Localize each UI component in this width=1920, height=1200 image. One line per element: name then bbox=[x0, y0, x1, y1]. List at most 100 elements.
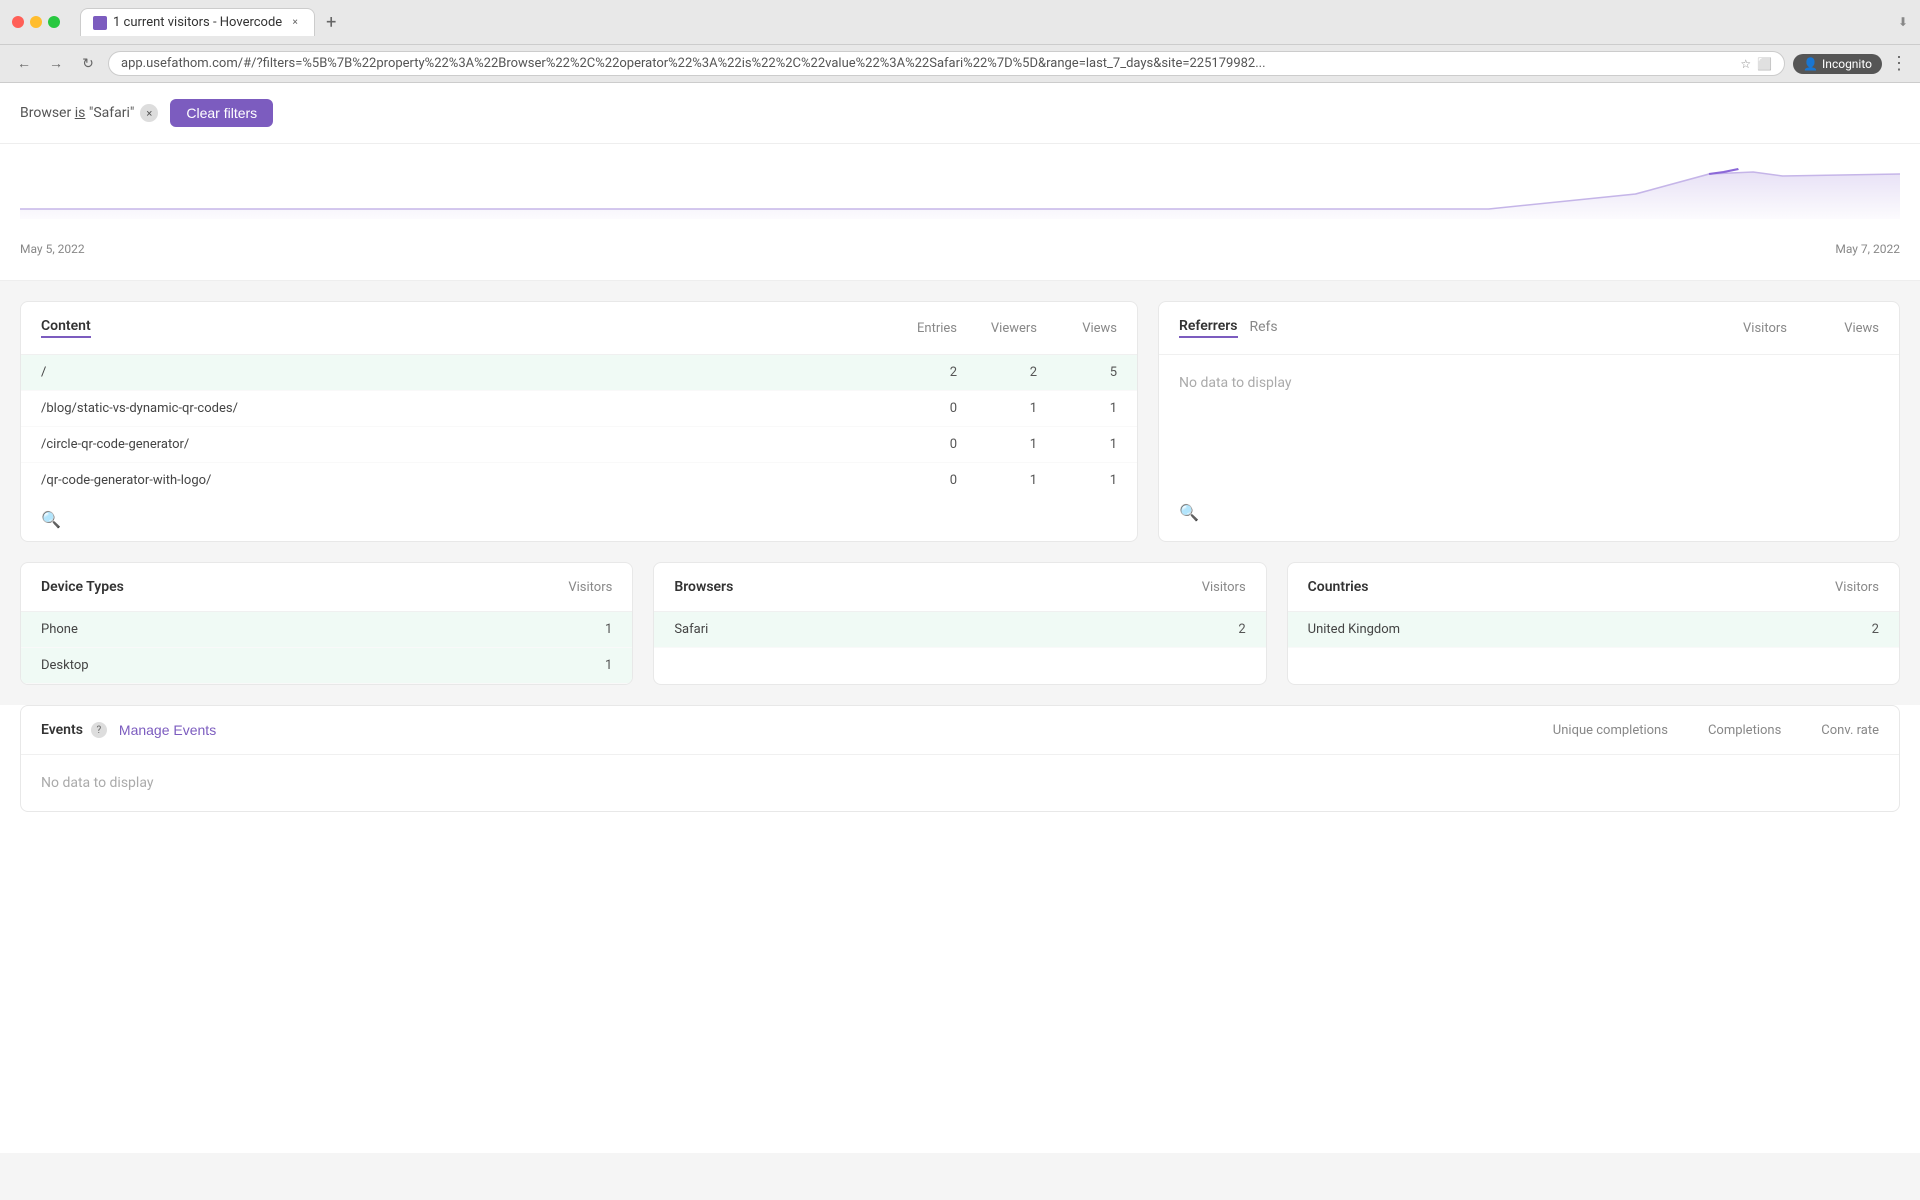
referrers-tab[interactable]: Referrers bbox=[1179, 318, 1238, 338]
filter-is-text: is bbox=[75, 105, 86, 121]
content-viewers: 1 bbox=[957, 401, 1037, 416]
refresh-button[interactable]: ↻ bbox=[76, 52, 100, 76]
browser-name: Safari bbox=[674, 622, 1238, 637]
bookmark-icon[interactable]: ☆ bbox=[1740, 57, 1751, 71]
browsers-title: Browsers bbox=[674, 579, 1201, 595]
search-icon: 🔍 bbox=[1179, 503, 1199, 522]
back-button[interactable]: ← bbox=[12, 52, 36, 76]
manage-events-button[interactable]: Manage Events bbox=[119, 722, 216, 738]
content-col-viewers: Viewers bbox=[957, 321, 1037, 336]
table-row: / 2 2 5 bbox=[21, 355, 1137, 391]
chart-area: May 5, 2022 May 7, 2022 bbox=[0, 144, 1920, 281]
address-bar[interactable]: app.usefathom.com/#/?filters=%5B%7B%22pr… bbox=[108, 51, 1785, 76]
device-type-visitors: 1 bbox=[605, 658, 612, 673]
filter-remove-button[interactable]: × bbox=[140, 104, 158, 122]
close-icon: × bbox=[293, 17, 298, 28]
filter-label: Browser is "Safari" bbox=[20, 105, 134, 121]
url-text: app.usefathom.com/#/?filters=%5B%7B%22pr… bbox=[121, 56, 1740, 71]
table-row: /blog/static-vs-dynamic-qr-codes/ 0 1 1 bbox=[21, 391, 1137, 427]
active-tab[interactable]: 1 current visitors - Hovercode × bbox=[80, 8, 315, 36]
title-bar: 1 current visitors - Hovercode × + ⬇ bbox=[0, 0, 1920, 44]
country-name: United Kingdom bbox=[1308, 622, 1872, 637]
content-viewers: 2 bbox=[957, 365, 1037, 380]
filter-bar: Browser is "Safari" × Clear filters bbox=[0, 83, 1920, 144]
filter-chip: Browser is "Safari" × bbox=[20, 104, 158, 122]
refs-tab[interactable]: Refs bbox=[1250, 319, 1278, 337]
events-no-data: No data to display bbox=[21, 755, 1899, 811]
incognito-label: Incognito bbox=[1822, 57, 1872, 71]
content-data-table: / 2 2 5 /blog/static-vs-dynamic-qr-codes… bbox=[21, 355, 1137, 498]
incognito-icon: 👤 bbox=[1803, 57, 1818, 71]
referrers-no-data: No data to display bbox=[1159, 355, 1899, 411]
close-window-button[interactable] bbox=[12, 16, 24, 28]
main-grid: Content Entries Viewers Views / 2 2 5 /b… bbox=[0, 281, 1920, 562]
filter-browser-text: Browser bbox=[20, 105, 75, 121]
content-viewers: 1 bbox=[957, 437, 1037, 452]
forward-button[interactable]: → bbox=[44, 52, 68, 76]
events-section: Events ? Manage Events Unique completion… bbox=[20, 705, 1900, 812]
table-row: United Kingdom 2 bbox=[1288, 612, 1899, 648]
table-row: Phone 1 bbox=[21, 612, 632, 648]
tab-bar: 1 current visitors - Hovercode × + bbox=[72, 8, 1870, 36]
browsers-panel: Browsers Visitors Safari 2 bbox=[653, 562, 1266, 685]
page-content: Browser is "Safari" × Clear filters bbox=[0, 83, 1920, 1153]
content-views: 1 bbox=[1037, 401, 1117, 416]
omnibar: ← → ↻ app.usefathom.com/#/?filters=%5B%7… bbox=[0, 44, 1920, 82]
countries-panel: Countries Visitors United Kingdom 2 bbox=[1287, 562, 1900, 685]
chart-dates: May 5, 2022 May 7, 2022 bbox=[20, 238, 1900, 260]
browsers-col-visitors: Visitors bbox=[1202, 580, 1246, 595]
new-tab-button[interactable]: + bbox=[317, 8, 345, 36]
content-col-views: Views bbox=[1037, 321, 1117, 336]
device-types-col-visitors: Visitors bbox=[568, 580, 612, 595]
filter-value-text: "Safari" bbox=[89, 105, 135, 121]
device-type-name: Phone bbox=[41, 622, 605, 637]
table-row: Safari 2 bbox=[654, 612, 1265, 648]
events-column-headers: Unique completions Completions Conv. rat… bbox=[1553, 723, 1879, 738]
countries-title: Countries bbox=[1308, 579, 1835, 595]
bottom-grid: Device Types Visitors Phone 1 Desktop 1 … bbox=[0, 562, 1920, 705]
content-views: 5 bbox=[1037, 365, 1117, 380]
content-path: /circle-qr-code-generator/ bbox=[41, 437, 877, 452]
search-icon: 🔍 bbox=[41, 510, 61, 529]
device-types-panel: Device Types Visitors Phone 1 Desktop 1 bbox=[20, 562, 633, 685]
browser-menu-button[interactable]: ⋮ bbox=[1890, 53, 1908, 74]
filter-remove-icon: × bbox=[146, 107, 152, 120]
referrers-search-button[interactable]: 🔍 bbox=[1159, 491, 1899, 534]
countries-header: Countries Visitors bbox=[1288, 563, 1899, 612]
content-views: 1 bbox=[1037, 437, 1117, 452]
minimize-window-button[interactable] bbox=[30, 16, 42, 28]
table-row: /circle-qr-code-generator/ 0 1 1 bbox=[21, 427, 1137, 463]
content-search-button[interactable]: 🔍 bbox=[21, 498, 1137, 541]
referrers-panel: Referrers Refs Visitors Views No data to… bbox=[1158, 301, 1900, 542]
device-types-header: Device Types Visitors bbox=[21, 563, 632, 612]
content-entries: 0 bbox=[877, 401, 957, 416]
device-types-table: Phone 1 Desktop 1 bbox=[21, 612, 632, 684]
content-entries: 2 bbox=[877, 365, 957, 380]
events-header: Events ? Manage Events Unique completion… bbox=[21, 706, 1899, 755]
clear-filters-button[interactable]: Clear filters bbox=[170, 99, 273, 127]
referrers-col-views: Views bbox=[1799, 321, 1879, 336]
content-path: / bbox=[41, 365, 877, 380]
content-views: 1 bbox=[1037, 473, 1117, 488]
address-icons: ☆ ⬜ bbox=[1740, 57, 1772, 71]
events-col-conv-rate: Conv. rate bbox=[1821, 723, 1879, 738]
events-help-icon[interactable]: ? bbox=[91, 722, 107, 738]
tab-close-button[interactable]: × bbox=[288, 16, 302, 30]
table-row: /qr-code-generator-with-logo/ 0 1 1 bbox=[21, 463, 1137, 498]
referrers-col-visitors: Visitors bbox=[1707, 321, 1787, 336]
content-panel-title: Content bbox=[41, 318, 91, 338]
chart-date-right: May 7, 2022 bbox=[1835, 242, 1900, 256]
content-path: /blog/static-vs-dynamic-qr-codes/ bbox=[41, 401, 877, 416]
extension-icon[interactable]: ⬜ bbox=[1757, 57, 1772, 71]
content-entries: 0 bbox=[877, 473, 957, 488]
content-path: /qr-code-generator-with-logo/ bbox=[41, 473, 877, 488]
browser-chrome: 1 current visitors - Hovercode × + ⬇ ← →… bbox=[0, 0, 1920, 83]
traffic-lights bbox=[12, 16, 60, 28]
table-row: Desktop 1 bbox=[21, 648, 632, 684]
countries-table: United Kingdom 2 bbox=[1288, 612, 1899, 648]
events-col-unique: Unique completions bbox=[1553, 723, 1668, 738]
countries-col-visitors: Visitors bbox=[1835, 580, 1879, 595]
chart-container bbox=[20, 154, 1900, 234]
content-entries: 0 bbox=[877, 437, 957, 452]
maximize-window-button[interactable] bbox=[48, 16, 60, 28]
